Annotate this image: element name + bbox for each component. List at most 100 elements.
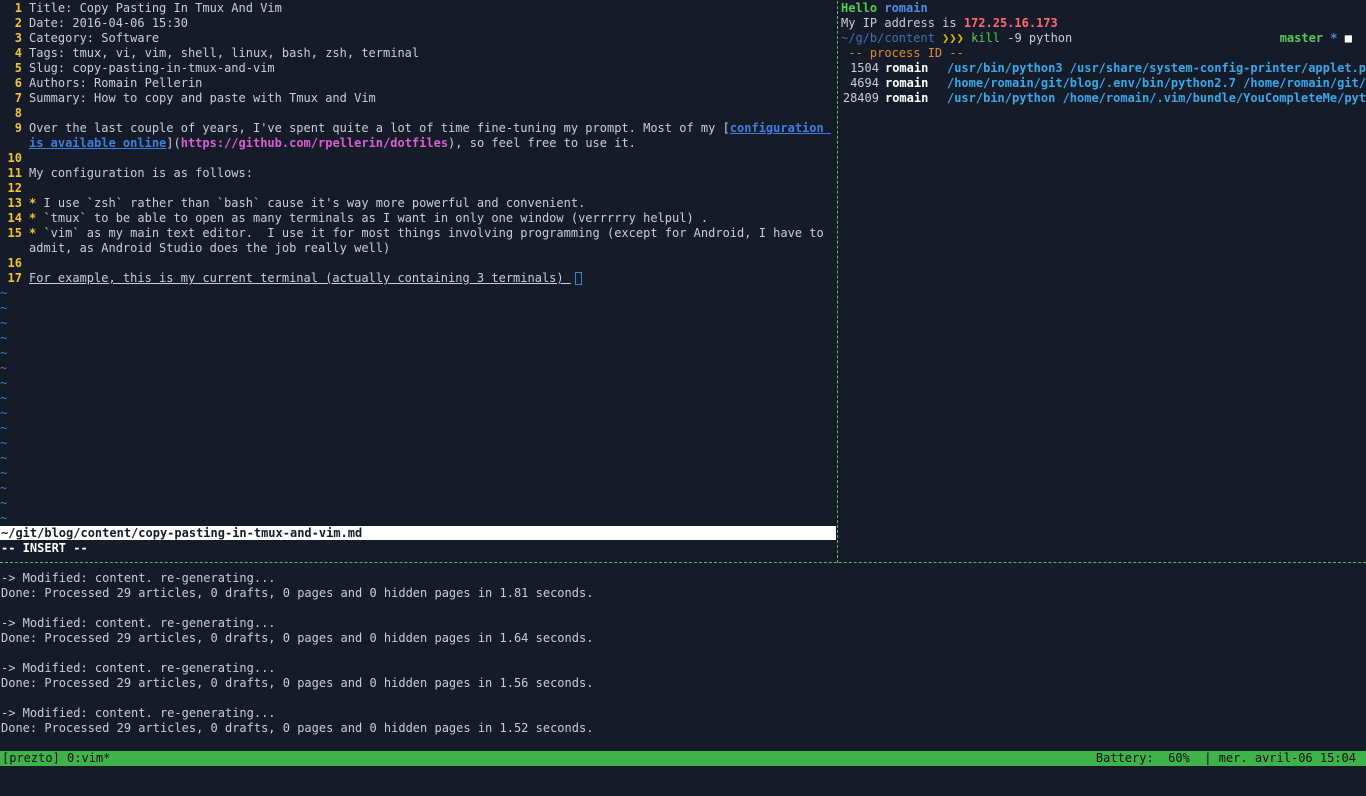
line-text: * `tmux` to be able to open as many term… <box>29 211 709 225</box>
vim-line[interactable]: 16 <box>0 256 836 271</box>
line-number: 10 <box>7 151 22 165</box>
vim-line[interactable]: 1 Title: Copy Pasting In Tmux And Vim <box>0 1 836 16</box>
process-user: romain <box>884 61 929 75</box>
pane-vertical-divider[interactable] <box>837 1 838 563</box>
process-row[interactable]: 28409 romain/usr/bin/python /home/romain/… <box>841 91 1366 106</box>
line-text: * `vim` as my main text editor. I use it… <box>29 226 831 255</box>
vim-buffer[interactable]: 1 Title: Copy Pasting In Tmux And Vim 2 Dat… <box>0 1 836 286</box>
line-number: 3 <box>14 31 22 45</box>
line-number: 13 <box>7 196 22 210</box>
vim-line[interactable]: 7 Summary: How to copy and paste with Tmu… <box>0 91 836 106</box>
log-output: -> Modified: content. re-generating... Do… <box>1 571 1361 736</box>
vim-line[interactable]: 3 Category: Software <box>0 31 836 46</box>
line-text <box>29 256 835 271</box>
empty-line-marker: ~ <box>0 466 8 480</box>
log-pane[interactable]: -> Modified: content. re-generating... Do… <box>1 571 1361 747</box>
process-row[interactable]: 4694 romain/home/romain/git/blog/.env/bin… <box>841 76 1366 91</box>
list-bullet: * <box>29 226 37 240</box>
username: romain <box>884 1 928 15</box>
line-number: 17 <box>7 271 22 285</box>
line-number: 15 <box>7 226 22 240</box>
tmux-status-bar: [prezto] 0:vim* Battery: 60% | mer. avri… <box>0 751 1366 766</box>
vim-line[interactable]: 17 For example, this is my current termin… <box>0 271 836 286</box>
vim-mode-indicator: -- INSERT -- <box>1 541 88 555</box>
empty-line-marker: ~ <box>0 316 8 330</box>
greeting-text: Hello <box>841 1 878 15</box>
line-text: Category: Software <box>29 31 160 45</box>
list-bullet: * <box>29 196 37 210</box>
line-number: 8 <box>14 106 22 120</box>
empty-line-marker: ~ <box>0 331 8 345</box>
line-number: 6 <box>14 76 22 90</box>
line-text: Over the last couple of years, I've spen… <box>29 121 831 150</box>
log-line: Done: Processed 29 articles, 0 drafts, 0… <box>1 631 594 645</box>
process-command: /usr/bin/python /home/romain/.vim/bundle… <box>946 91 1366 105</box>
tmux-session-window[interactable]: [prezto] 0:vim* <box>2 751 110 766</box>
log-line: Done: Processed 29 articles, 0 drafts, 0… <box>1 586 594 600</box>
vim-status-line: ~/git/blog/content/copy-pasting-in-tmux-… <box>0 526 836 540</box>
line-number: 14 <box>7 211 22 225</box>
empty-line-marker: ~ <box>0 496 8 510</box>
vim-line[interactable]: 6 Authors: Romain Pellerin <box>0 76 836 91</box>
line-number: 1 <box>14 1 22 15</box>
line-text <box>29 181 835 196</box>
log-line: -> Modified: content. re-generating... <box>1 706 276 720</box>
process-user: romain <box>884 76 929 90</box>
line-text: * I use `zsh` rather than `bash` cause i… <box>29 196 586 210</box>
process-row[interactable]: 1504 romain/usr/bin/python3 /usr/share/sy… <box>841 61 1366 76</box>
vim-line[interactable]: 9 Over the last couple of years, I've spe… <box>0 121 836 151</box>
list-bullet: * <box>29 211 37 225</box>
empty-line-marker: ~ <box>0 286 8 300</box>
empty-line-marker: ~ <box>0 346 8 360</box>
line-text: Date: 2016-04-06 15:30 <box>29 16 188 30</box>
log-line: -> Modified: content. re-generating... <box>1 616 276 630</box>
vim-line[interactable]: 8 <box>0 106 836 121</box>
line-text: Summary: How to copy and paste with Tmux… <box>29 91 376 105</box>
empty-line-marker: ~ <box>0 481 8 495</box>
vim-line[interactable]: 13 * I use `zsh` rather than `bash` cause… <box>0 196 836 211</box>
vim-line[interactable]: 10 <box>0 151 836 166</box>
line-number: 2 <box>14 16 22 30</box>
empty-line-marker: ~ <box>0 421 8 435</box>
process-user: romain <box>884 91 929 105</box>
line-number: 7 <box>14 91 22 105</box>
line-text: Title: Copy Pasting In Tmux And Vim <box>29 1 282 15</box>
line-text: Slug: copy-pasting-in-tmux-and-vim <box>29 61 275 75</box>
empty-line-marker: ~ <box>0 406 8 420</box>
vim-line[interactable]: 4 Tags: tmux, vi, vim, shell, linux, bash… <box>0 46 836 61</box>
log-line: Done: Processed 29 articles, 0 drafts, 0… <box>1 721 594 735</box>
vim-line[interactable]: 11 My configuration is as follows: <box>0 166 836 181</box>
git-square-icon: ■ <box>1344 31 1352 45</box>
markdown-link-url[interactable]: https://github.com/rpellerin/dotfiles <box>181 136 448 150</box>
vim-line[interactable]: 5 Slug: copy-pasting-in-tmux-and-vim <box>0 61 836 76</box>
line-text <box>29 106 835 121</box>
empty-line-marker: ~ <box>0 391 8 405</box>
line-number: 5 <box>14 61 22 75</box>
process-pid: 4694 <box>850 76 879 90</box>
vim-editor-pane[interactable]: 1 Title: Copy Pasting In Tmux And Vim 2 Dat… <box>0 1 836 558</box>
log-line: -> Modified: content. re-generating... <box>1 661 276 675</box>
command-args: -9 python <box>1007 31 1073 45</box>
git-branch: master <box>1279 31 1324 45</box>
process-pid: 1504 <box>850 61 879 75</box>
pane-horizontal-divider[interactable] <box>0 562 1366 563</box>
vim-empty-lines: ~ ~ ~ ~ ~ ~ ~ ~ ~ ~ ~ ~ ~ ~ ~ ~ <box>0 286 836 526</box>
git-dirty-icon: * <box>1330 31 1338 45</box>
ip-label: My IP address is <box>841 16 957 30</box>
shell-pane[interactable]: Hello romain My IP address is 172.25.16.… <box>841 1 1366 561</box>
process-list[interactable]: 1504 romain/usr/bin/python3 /usr/share/sy… <box>841 61 1366 106</box>
log-line: -> Modified: content. re-generating... <box>1 571 276 585</box>
vim-line[interactable]: 15 * `vim` as my main text editor. I use … <box>0 226 836 256</box>
vim-line[interactable]: 14 * `tmux` to be able to open as many te… <box>0 211 836 226</box>
empty-line-marker: ~ <box>0 511 8 525</box>
vim-line[interactable]: 12 <box>0 181 836 196</box>
vim-line[interactable]: 2 Date: 2016-04-06 15:30 <box>0 16 836 31</box>
line-text: Authors: Romain Pellerin <box>29 76 203 90</box>
tmux-battery-clock: Battery: 60% | mer. avril-06 15:04 <box>1095 751 1356 765</box>
line-text <box>29 151 835 166</box>
line-text: For example, this is my current terminal… <box>29 271 835 286</box>
ip-line: My IP address is 172.25.16.173 <box>841 16 1366 31</box>
